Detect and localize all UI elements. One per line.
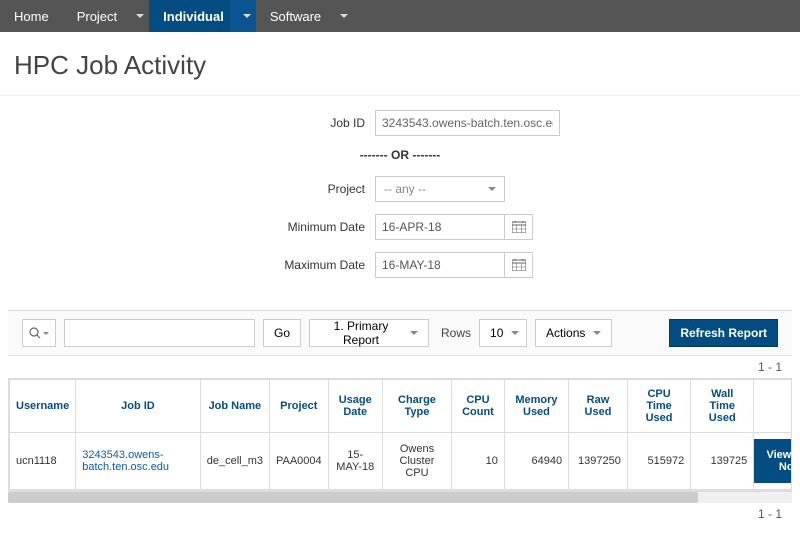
rows-value: 10 (490, 326, 503, 340)
chevron-down-icon (410, 331, 418, 335)
refresh-label: Refresh Report (680, 326, 767, 340)
calendar-icon (512, 221, 526, 233)
cell-usage-date: 15-MAY-18 (328, 433, 382, 490)
go-button-label: Go (274, 326, 290, 340)
nav-home-label: Home (14, 9, 49, 24)
search-icon (29, 327, 41, 339)
nav-software[interactable]: Software (256, 0, 353, 32)
results-table-wrap: Username Job ID Job Name Project Usage D… (8, 378, 792, 491)
horizontal-scrollbar[interactable] (8, 491, 792, 503)
min-date-label: Minimum Date (10, 220, 375, 234)
results-table: Username Job ID Job Name Project Usage D… (9, 379, 792, 490)
nav-project-label: Project (77, 9, 117, 24)
go-button[interactable]: Go (263, 319, 301, 347)
actions-button[interactable]: Actions (535, 319, 612, 347)
chevron-down-icon (511, 331, 519, 335)
nav-project[interactable]: Project (63, 0, 149, 32)
chevron-down-icon (243, 14, 251, 18)
or-separator: ------- OR ------- (10, 148, 790, 162)
filter-panel: Job ID ------- OR ------- Project -- any… (0, 96, 800, 300)
project-select[interactable]: -- any -- (375, 176, 505, 202)
chevron-down-icon (488, 187, 496, 191)
view-add-note-button[interactable]: View/Add Note (754, 439, 792, 483)
cell-cpu-time-used: 515972 (627, 433, 690, 490)
rows-label: Rows (441, 326, 471, 340)
job-id-label: Job ID (10, 116, 375, 130)
report-toolbar: Go 1. Primary Report Rows 10 Actions Ref… (8, 310, 792, 356)
nav-individual[interactable]: Individual (149, 0, 256, 32)
cell-project: PAA0004 (269, 433, 328, 490)
col-usage-date[interactable]: Usage Date (328, 380, 382, 433)
search-input[interactable] (64, 319, 255, 347)
chevron-down-icon (340, 14, 348, 18)
refresh-report-button[interactable]: Refresh Report (669, 319, 778, 347)
job-id-input[interactable] (375, 110, 560, 136)
chevron-down-icon (593, 331, 601, 335)
min-date-picker-button[interactable] (505, 214, 533, 240)
col-cpu-time-used[interactable]: CPU Time Used (627, 380, 690, 433)
col-username[interactable]: Username (10, 380, 76, 433)
cell-action: View/Add Note (754, 433, 792, 490)
nav-software-label: Software (270, 9, 321, 24)
max-date-input[interactable] (375, 252, 505, 278)
col-action (754, 380, 792, 433)
result-range-top: 1 - 1 (0, 356, 800, 378)
cell-charge-type: Owens Cluster CPU (382, 433, 451, 490)
cell-username: ucn1118 (10, 433, 76, 490)
min-date-input[interactable] (375, 214, 505, 240)
table-header-row: Username Job ID Job Name Project Usage D… (10, 380, 793, 433)
col-raw-used[interactable]: Raw Used (569, 380, 628, 433)
actions-label: Actions (546, 326, 585, 340)
col-job-id[interactable]: Job ID (76, 380, 201, 433)
job-id-link[interactable]: 3243543.owens-batch.ten.osc.edu (82, 449, 169, 473)
max-date-label: Maximum Date (10, 258, 375, 272)
cell-job-name: de_cell_m3 (200, 433, 269, 490)
col-job-name[interactable]: Job Name (200, 380, 269, 433)
page-title: HPC Job Activity (0, 32, 800, 96)
table-row: ucn1118 3243543.owens-batch.ten.osc.edu … (10, 433, 793, 490)
max-date-picker-button[interactable] (505, 252, 533, 278)
col-project[interactable]: Project (269, 380, 328, 433)
col-wall-time-used[interactable]: Wall Time Used (691, 380, 754, 433)
cell-wall-time-used: 139725 (691, 433, 754, 490)
cell-memory-used: 64940 (504, 433, 568, 490)
top-nav: Home Project Individual Software (0, 0, 800, 32)
chevron-down-icon (43, 332, 49, 335)
col-charge-type[interactable]: Charge Type (382, 380, 451, 433)
result-range-bottom: 1 - 1 (0, 503, 800, 525)
report-select[interactable]: 1. Primary Report (309, 319, 429, 347)
cell-cpu-count: 10 (452, 433, 505, 490)
cell-raw-used: 1397250 (569, 433, 628, 490)
report-select-label: 1. Primary Report (320, 319, 402, 347)
chevron-down-icon (136, 14, 144, 18)
rows-select[interactable]: 10 (479, 319, 527, 347)
project-label: Project (10, 182, 375, 196)
col-memory-used[interactable]: Memory Used (504, 380, 568, 433)
cell-job-id: 3243543.owens-batch.ten.osc.edu (76, 433, 201, 490)
project-select-value: -- any -- (384, 182, 426, 196)
nav-home[interactable]: Home (0, 0, 63, 32)
col-cpu-count[interactable]: CPU Count (452, 380, 505, 433)
calendar-icon (512, 259, 526, 271)
search-column-select[interactable] (22, 319, 56, 347)
nav-individual-label: Individual (163, 9, 224, 24)
